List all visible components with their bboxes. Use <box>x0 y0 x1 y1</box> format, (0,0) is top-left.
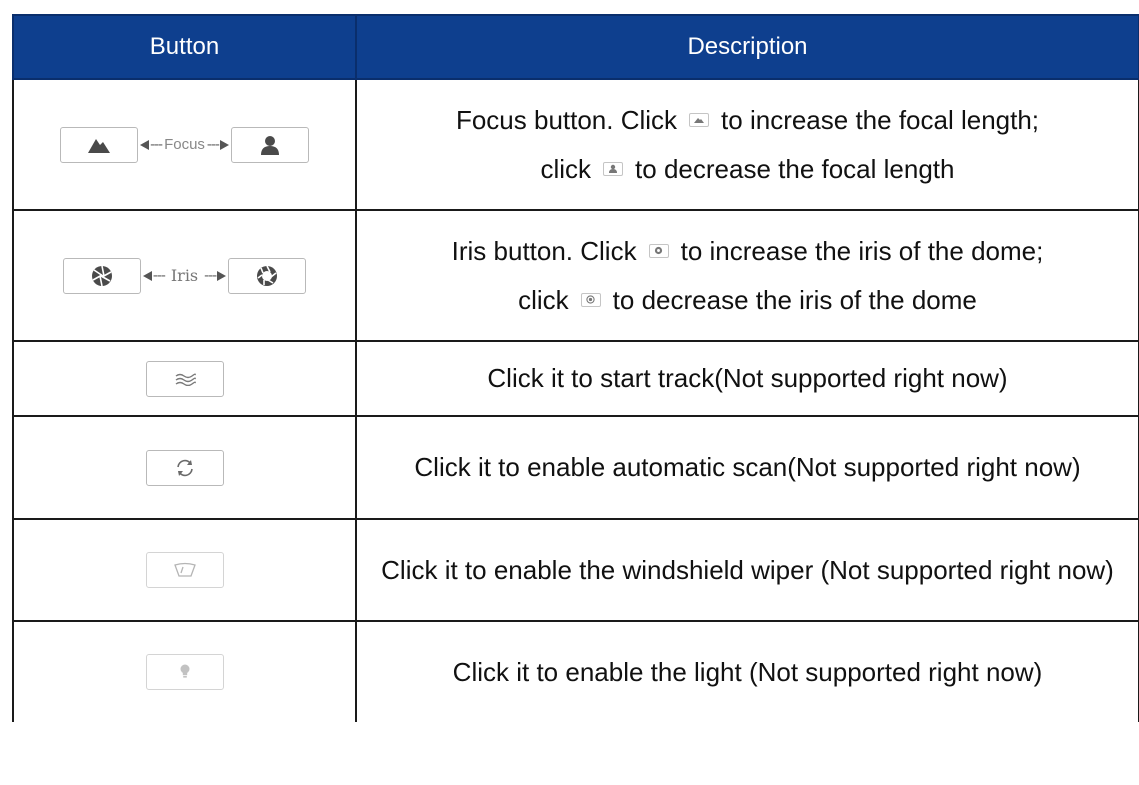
waves-icon <box>175 373 196 386</box>
wiper-button[interactable] <box>145 552 224 588</box>
desc-text: click <box>518 284 569 315</box>
desc-text: click <box>540 153 592 184</box>
button-description-table: Button Description --- Focus --- Focus b… <box>12 14 1139 785</box>
scan-description: Click it to enable automatic scan(Not su… <box>355 415 1139 520</box>
table-row: --- Iris --- Iris button. Click to incre… <box>12 209 1139 342</box>
person-icon <box>260 135 279 155</box>
aperture-open-icon <box>648 243 669 258</box>
desc-text: to increase the iris of the dome; <box>680 235 1044 266</box>
desc-text: to increase the focal length; <box>721 104 1040 135</box>
wiper-description: Click it to enable the windshield wiper … <box>355 518 1139 622</box>
light-button-cell <box>12 620 357 722</box>
iris-open-button[interactable] <box>62 257 141 294</box>
desc-text: to decrease the focal length <box>635 153 955 184</box>
refresh-icon <box>176 459 193 476</box>
arrow-left-icon <box>140 139 150 150</box>
light-button[interactable] <box>145 654 224 690</box>
table: Button Description --- Focus --- Focus b… <box>12 14 1139 722</box>
table-row: Click it to enable the windshield wiper … <box>12 518 1139 622</box>
focus-connector: --- Focus --- <box>140 136 229 153</box>
iris-button-cell: --- Iris --- <box>12 209 357 342</box>
light-description: Click it to enable the light (Not suppor… <box>355 620 1139 722</box>
arrow-right-icon <box>219 139 229 150</box>
desc-text: Focus button. Click <box>455 104 678 135</box>
scan-button[interactable] <box>145 449 224 486</box>
arrow-right-icon <box>217 270 227 281</box>
aperture-open-icon <box>91 265 112 286</box>
lightbulb-icon <box>180 664 189 678</box>
track-button[interactable] <box>145 360 224 397</box>
iris-close-button[interactable] <box>228 257 307 294</box>
focus-button-cell: --- Focus --- <box>12 78 357 211</box>
desc-text: to decrease the iris of the dome <box>612 284 977 315</box>
scan-button-cell <box>12 415 357 520</box>
focus-description: Focus button. Click to increase the focal… <box>355 78 1139 211</box>
desc-text: Iris button. Click <box>451 235 637 266</box>
table-row: Click it to start track(Not supported ri… <box>12 340 1139 417</box>
track-description: Click it to start track(Not supported ri… <box>355 340 1139 417</box>
mountain-icon <box>689 112 710 127</box>
header-description: Description <box>355 14 1139 80</box>
mountain-icon <box>88 138 111 153</box>
focus-near-button[interactable] <box>230 126 309 163</box>
person-icon <box>603 161 624 176</box>
table-row: Click it to enable the light (Not suppor… <box>12 620 1139 722</box>
aperture-close-icon <box>580 292 601 307</box>
header-button: Button <box>12 14 357 80</box>
focus-far-button[interactable] <box>60 126 139 163</box>
header-row: Button Description <box>12 14 1139 80</box>
track-button-cell <box>12 340 357 417</box>
table-row: Click it to enable automatic scan(Not su… <box>12 415 1139 520</box>
aperture-close-icon <box>257 265 278 286</box>
table-row: --- Focus --- Focus button. Click to increa… <box>12 78 1139 211</box>
focus-label: Focus <box>164 136 205 153</box>
wiper-icon <box>173 562 196 577</box>
wiper-button-cell <box>12 518 357 622</box>
iris-description: Iris button. Click to increase the iris o… <box>355 209 1139 342</box>
iris-connector: --- Iris --- <box>142 266 227 285</box>
arrow-left-icon <box>142 270 152 281</box>
iris-label: Iris <box>170 266 199 285</box>
